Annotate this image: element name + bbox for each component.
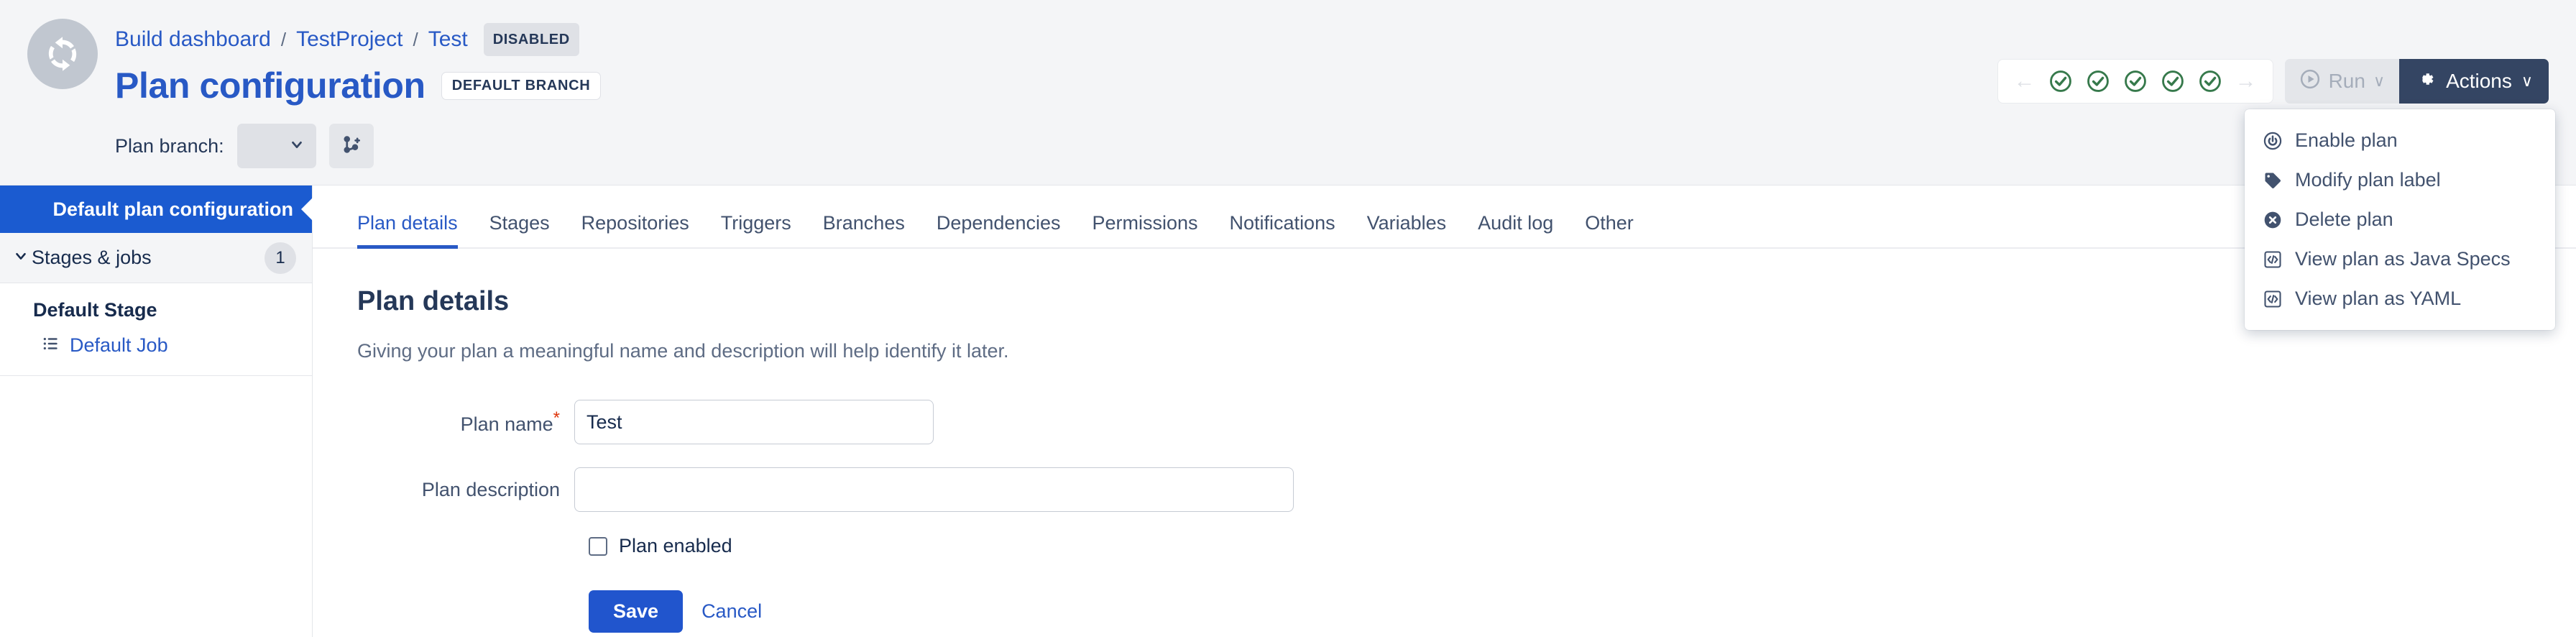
tag-icon <box>2262 170 2283 191</box>
chevron-down-icon: ∨ <box>2373 73 2385 89</box>
main-content: Plan details Stages Repositories Trigger… <box>313 185 2576 637</box>
breadcrumb-item-test[interactable]: Test <box>428 27 468 52</box>
plan-branch-label: Plan branch: <box>115 135 224 157</box>
breadcrumb: Build dashboard / TestProject / Test DIS… <box>115 23 601 56</box>
menu-item-enable-plan[interactable]: Enable plan <box>2245 121 2555 160</box>
tab-repositories[interactable]: Repositories <box>566 212 705 247</box>
breadcrumb-item-build-dashboard[interactable]: Build dashboard <box>115 27 271 52</box>
sidebar-active-label: Default plan configuration <box>53 198 294 221</box>
close-circle-icon <box>2262 209 2283 231</box>
header-left-block: Build dashboard / TestProject / Test DIS… <box>27 19 601 168</box>
actions-button[interactable]: Actions ∨ <box>2399 59 2549 104</box>
menu-item-label: Enable plan <box>2295 129 2398 152</box>
menu-item-modify-plan-label[interactable]: Modify plan label <box>2245 160 2555 200</box>
chevron-down-icon: ∨ <box>2521 73 2533 89</box>
plan-name-input[interactable] <box>574 400 934 444</box>
section-title: Plan details <box>357 286 2576 317</box>
plan-enabled-row: Plan enabled <box>589 535 2576 557</box>
plan-branch-row: Plan branch: <box>115 124 601 168</box>
plan-details-form: Plan name* Plan description Plan enabled… <box>357 400 2576 633</box>
code-icon <box>2262 249 2283 270</box>
required-marker: * <box>553 408 560 428</box>
sidebar-job-label: Default Job <box>70 334 168 357</box>
build-result-successful[interactable] <box>2123 69 2148 93</box>
arrow-left-icon[interactable]: ← <box>2014 70 2036 92</box>
plan-branch-select[interactable] <box>237 124 316 168</box>
plan-name-label-text: Plan name <box>461 413 553 435</box>
plan-name-label: Plan name* <box>357 408 574 436</box>
menu-item-label: View plan as YAML <box>2295 288 2461 310</box>
page-body: Default plan configuration Stages & jobs… <box>0 185 2576 637</box>
menu-item-delete-plan[interactable]: Delete plan <box>2245 200 2555 239</box>
header-text-block: Build dashboard / TestProject / Test DIS… <box>115 19 601 168</box>
tab-triggers[interactable]: Triggers <box>705 212 807 247</box>
plan-name-row: Plan name* <box>357 400 2576 444</box>
run-button[interactable]: Run ∨ <box>2285 59 2399 104</box>
plan-enabled-label[interactable]: Plan enabled <box>619 535 732 557</box>
run-button-label: Run <box>2329 70 2365 93</box>
build-result-successful[interactable] <box>2161 69 2185 93</box>
code-icon <box>2262 288 2283 310</box>
build-results-strip: ← → <box>1997 59 2273 104</box>
save-button[interactable]: Save <box>589 590 683 633</box>
breadcrumb-separator: / <box>413 27 418 52</box>
build-result-successful[interactable] <box>2198 69 2222 93</box>
chevron-down-icon <box>289 137 305 156</box>
header-right-block: ← → Run ∨ Actions ∨ <box>1997 59 2549 104</box>
job-list-icon <box>42 334 60 357</box>
page-title: Plan configuration <box>115 65 426 106</box>
add-plan-branch-button[interactable] <box>329 124 374 168</box>
sync-refresh-icon <box>27 19 98 89</box>
plan-description-input[interactable] <box>574 467 1294 512</box>
tab-bar: Plan details Stages Repositories Trigger… <box>313 185 2576 249</box>
run-actions-group: Run ∨ Actions ∨ <box>2285 59 2549 104</box>
branch-add-icon <box>341 134 362 159</box>
tab-permissions[interactable]: Permissions <box>1076 212 1213 247</box>
tab-variables[interactable]: Variables <box>1351 212 1463 247</box>
gear-icon <box>2415 68 2437 95</box>
sidebar-divider <box>0 375 312 376</box>
menu-item-label: View plan as Java Specs <box>2295 248 2511 270</box>
title-row: Plan configuration DEFAULT BRANCH <box>115 65 601 106</box>
actions-dropdown-menu: Enable plan Modify plan label Delete pla… <box>2245 109 2555 330</box>
form-actions: Save Cancel <box>589 590 2576 633</box>
tab-stages[interactable]: Stages <box>474 212 566 247</box>
tab-notifications[interactable]: Notifications <box>1214 212 1351 247</box>
sidebar-item-default-job[interactable]: Default Job <box>0 321 312 357</box>
sidebar-group-stages-and-jobs[interactable]: Stages & jobs 1 <box>0 233 312 283</box>
menu-item-view-plan-as-java-specs[interactable]: View plan as Java Specs <box>2245 239 2555 279</box>
build-result-successful[interactable] <box>2048 69 2073 93</box>
menu-item-view-plan-as-yaml[interactable]: View plan as YAML <box>2245 279 2555 318</box>
plan-description-label: Plan description <box>357 479 574 501</box>
plan-description-row: Plan description <box>357 467 2576 512</box>
chevron-down-icon <box>10 248 32 268</box>
sidebar-group-count: 1 <box>264 242 296 274</box>
menu-item-label: Modify plan label <box>2295 169 2441 191</box>
page-header: Build dashboard / TestProject / Test DIS… <box>0 0 2576 185</box>
sidebar-item-default-plan-configuration[interactable]: Default plan configuration <box>0 185 312 233</box>
actions-button-label: Actions <box>2446 70 2512 93</box>
menu-item-label: Delete plan <box>2295 208 2393 231</box>
breadcrumb-item-testproject[interactable]: TestProject <box>296 27 402 52</box>
power-icon <box>2262 130 2283 152</box>
arrow-right-icon[interactable]: → <box>2235 70 2257 92</box>
cancel-button[interactable]: Cancel <box>702 600 762 623</box>
plan-enabled-checkbox[interactable] <box>589 537 607 556</box>
default-branch-badge: DEFAULT BRANCH <box>441 72 602 100</box>
tab-other[interactable]: Other <box>1569 212 1650 247</box>
breadcrumb-separator: / <box>281 27 286 52</box>
sidebar-stage-name: Default Stage <box>0 283 312 321</box>
tab-audit-log[interactable]: Audit log <box>1462 212 1569 247</box>
tab-dependencies[interactable]: Dependencies <box>921 212 1077 247</box>
sidebar: Default plan configuration Stages & jobs… <box>0 185 313 637</box>
sidebar-group-label: Stages & jobs <box>32 247 264 269</box>
play-circle-icon <box>2299 68 2321 95</box>
section-subtitle: Giving your plan a meaningful name and d… <box>357 340 2576 362</box>
build-result-successful[interactable] <box>2086 69 2110 93</box>
plan-details-panel: Plan details Giving your plan a meaningf… <box>313 249 2576 633</box>
tab-branches[interactable]: Branches <box>807 212 921 247</box>
tab-plan-details[interactable]: Plan details <box>357 212 474 247</box>
status-badge-disabled: DISABLED <box>484 23 579 56</box>
